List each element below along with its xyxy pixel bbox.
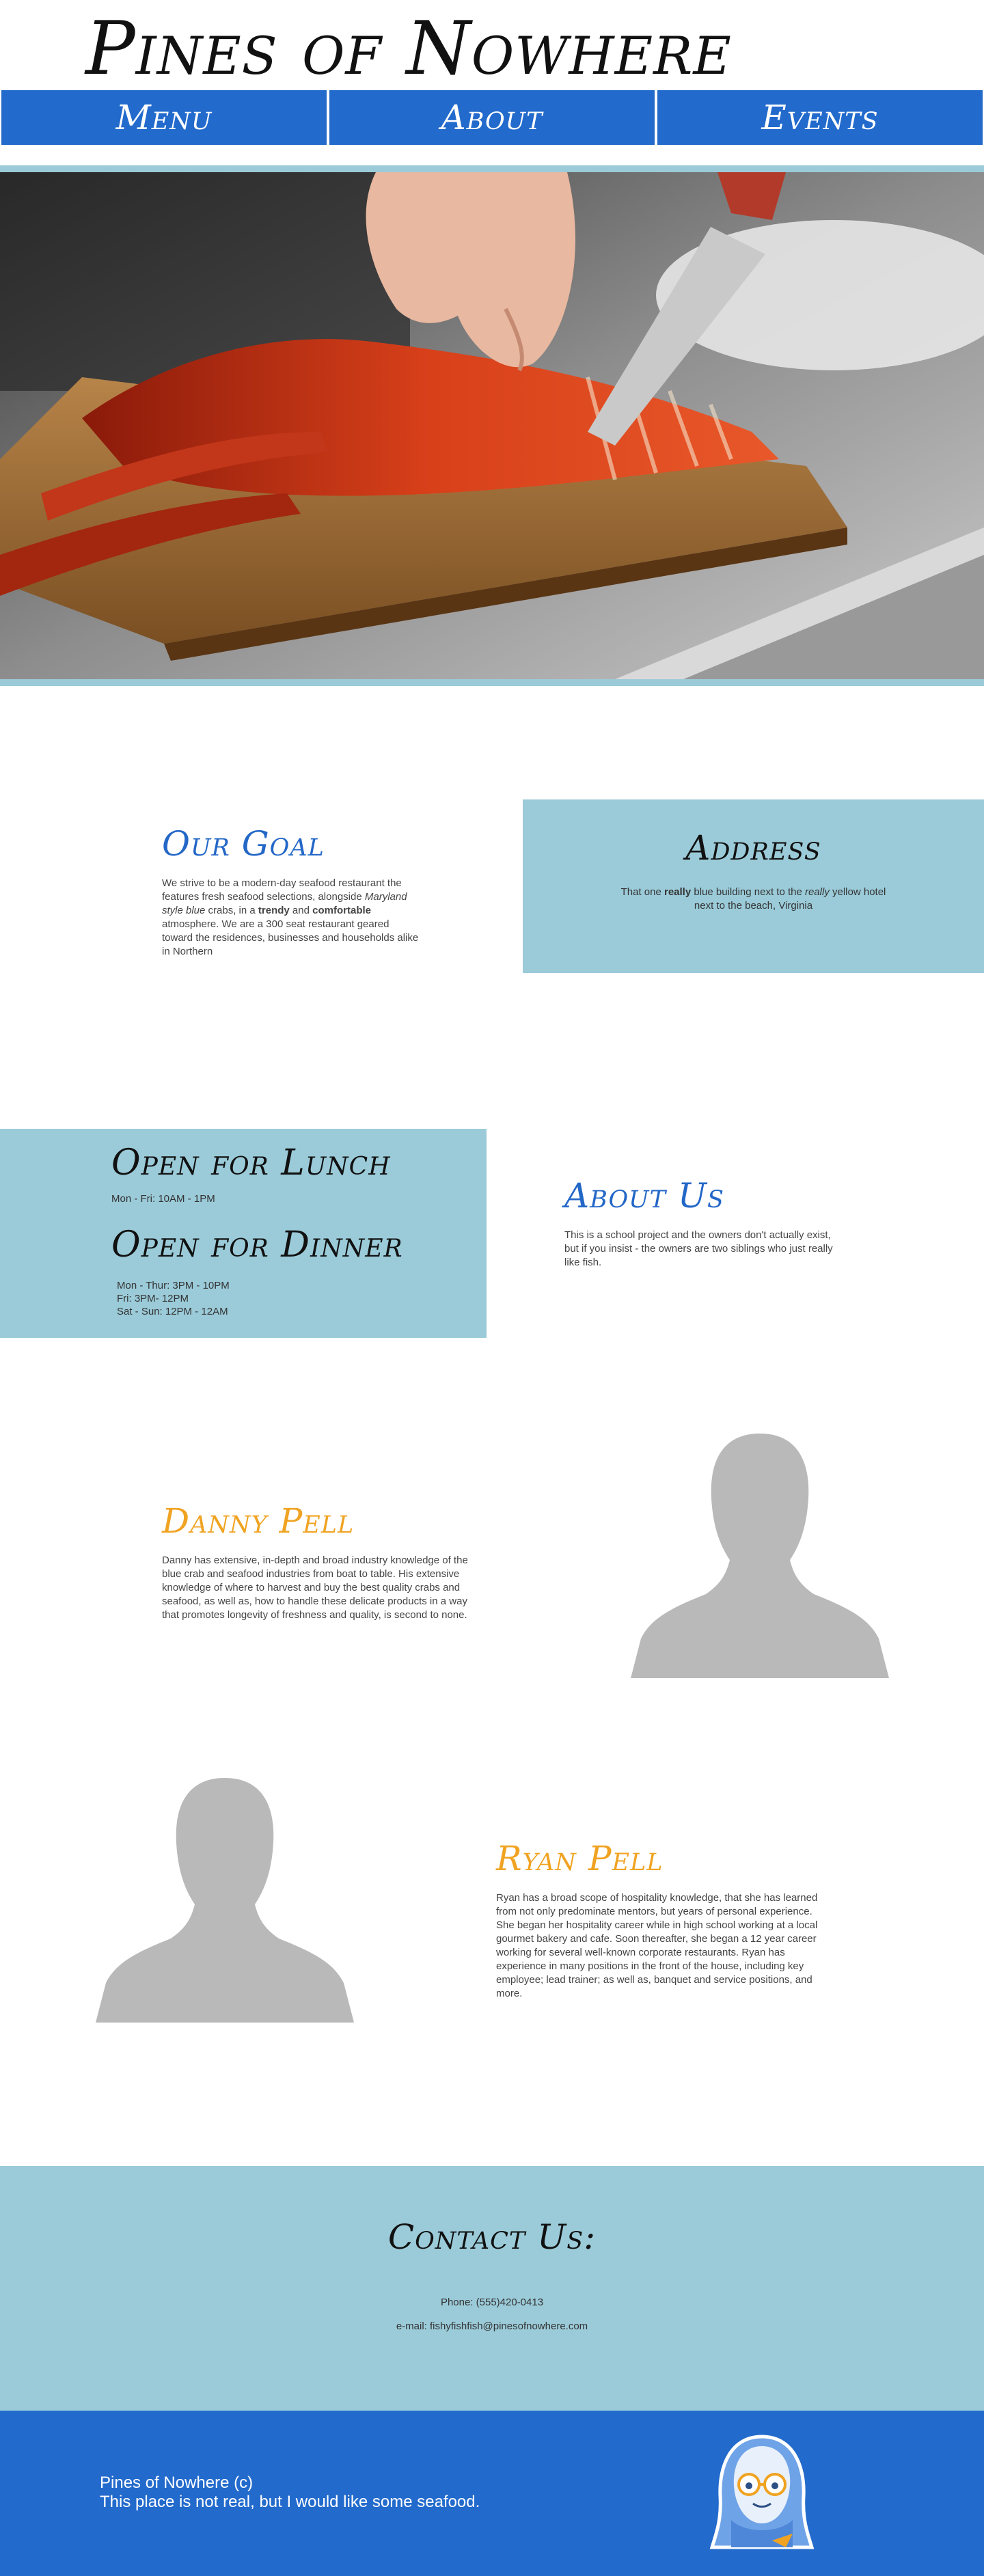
dinner-hours-line: Mon - Thur: 3PM - 10PM <box>117 1280 230 1291</box>
dinner-hours: Mon - Thur: 3PM - 10PM Fri: 3PM- 12PM Sa… <box>117 1279 230 1318</box>
danny-bio-section: Danny Pell Danny has extensive, in-depth… <box>162 1501 487 1622</box>
site-title: Pines of Nowhere <box>85 6 732 92</box>
footer-tagline: This place is not real, but I would like… <box>100 2493 480 2511</box>
our-goal-title: Our Goal <box>162 824 325 864</box>
danny-avatar-placeholder <box>631 1434 889 1678</box>
about-us-title: About Us <box>564 1176 725 1216</box>
lunch-title: Open for Lunch <box>111 1142 391 1183</box>
address-text: That one really blue building next to th… <box>620 886 886 912</box>
lobster-hero-image <box>0 172 984 679</box>
contact-title: Contact Us: <box>387 2217 597 2257</box>
contact-email[interactable]: e-mail: fishyfishfish@pinesofnowhere.com <box>0 2320 984 2332</box>
dinner-hours-line: Fri: 3PM- 12PM <box>117 1293 189 1304</box>
dinner-title: Open for Dinner <box>111 1224 403 1265</box>
contact-phone: Phone: (555)420-0413 <box>440 2297 544 2308</box>
about-us-section: About Us This is a school project and th… <box>564 1175 838 1270</box>
our-goal-text: We strive to be a modern-day seafood res… <box>162 877 419 957</box>
address-title: Address <box>685 828 821 868</box>
our-goal-section: Our Goal We strive to be a modern-day se… <box>162 823 422 959</box>
nav-events-link[interactable]: Events <box>656 89 984 146</box>
about-us-text: This is a school project and the owners … <box>564 1229 833 1268</box>
mascot-icon <box>704 2431 820 2554</box>
hero-banner <box>0 165 984 686</box>
address-section: Address That one really blue building ne… <box>523 799 984 973</box>
footer-copyright: Pines of Nowhere (c) <box>100 2474 254 2492</box>
nav-menu-link[interactable]: Menu <box>0 89 328 146</box>
ryan-bio: Ryan has a broad scope of hospitality kn… <box>496 1892 818 1999</box>
dinner-hours-line: Sat - Sun: 12PM - 12AM <box>117 1306 228 1317</box>
ryan-name: Ryan Pell <box>496 1839 664 1878</box>
lunch-hours: Mon - Fri: 10AM - 1PM <box>111 1193 215 1205</box>
hours-section: Open for Lunch Mon - Fri: 10AM - 1PM Ope… <box>0 1129 487 1338</box>
danny-bio: Danny has extensive, in-depth and broad … <box>162 1554 468 1621</box>
site-footer: Pines of Nowhere (c) This place is not r… <box>0 2411 984 2576</box>
contact-section: Contact Us: Phone: (555)420-0413 e-mail:… <box>0 2166 984 2411</box>
ryan-bio-section: Ryan Pell Ryan has a broad scope of hosp… <box>496 1838 821 2001</box>
ryan-avatar-placeholder <box>96 1778 354 2023</box>
danny-name: Danny Pell <box>162 1501 355 1541</box>
nav-about-link[interactable]: About <box>328 89 656 146</box>
main-nav: Menu About Events <box>0 89 984 146</box>
